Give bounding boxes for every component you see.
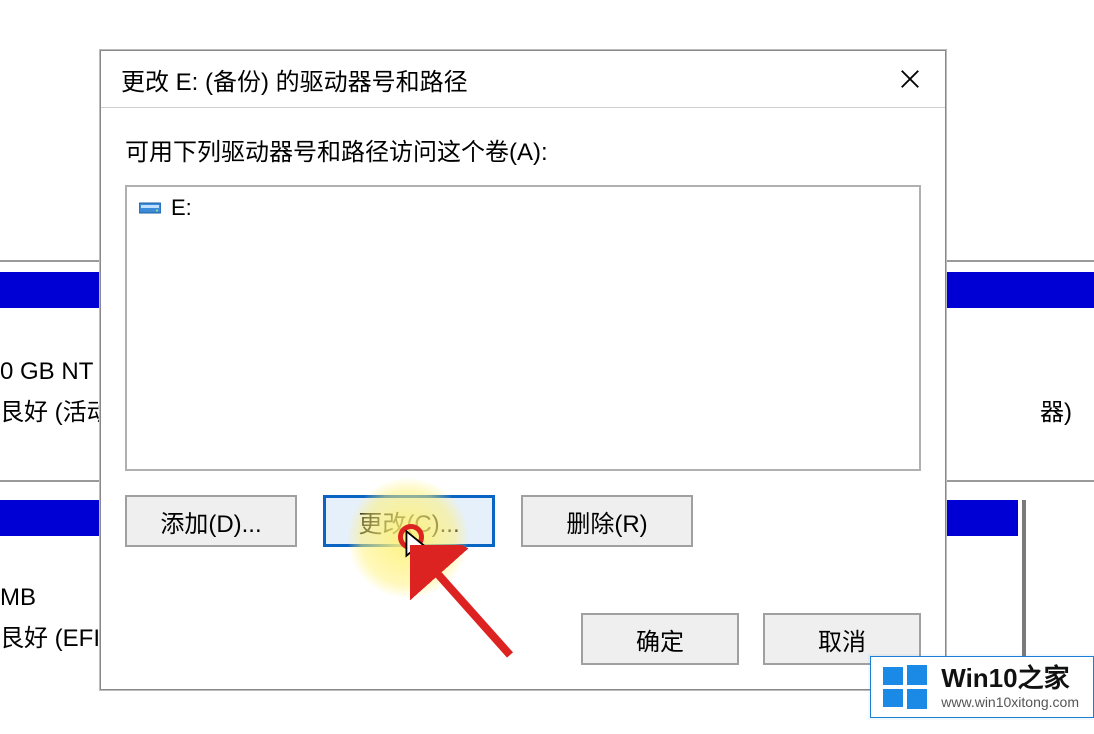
add-button[interactable]: 添加(D)... [125,495,297,547]
bg-blue-band-2-right [946,500,1018,536]
drive-paths-listbox[interactable]: E: [125,185,921,471]
action-button-row: 添加(D)... 更改(C)... 删除(R) [125,495,921,547]
remove-button[interactable]: 删除(R) [521,495,693,547]
bg-label-right1: 器) [1040,392,1072,427]
watermark-url: www.win10xitong.com [941,695,1079,710]
bg-blue-band-1-right [946,272,1094,308]
change-drive-letter-dialog: 更改 E: (备份) 的驱动器号和路径 可用下列驱动器号和路径访问这个卷(A):… [100,50,946,690]
remove-button-label: 删除(R) [566,504,647,539]
bg-label-2a: MB [0,584,36,612]
dialog-title: 更改 E: (备份) 的驱动器号和路径 [121,62,468,97]
ok-button-label: 确定 [636,622,684,657]
ok-button[interactable]: 确定 [581,613,739,665]
dialog-body: 可用下列驱动器号和路径访问这个卷(A): E: 添加(D)... 更改(C)..… [101,108,945,547]
bg-label-1a: 0 GB NT [0,358,93,386]
add-button-label: 添加(D)... [160,504,261,539]
windows-logo-icon [881,663,929,711]
change-button[interactable]: 更改(C)... [323,495,495,547]
drive-path-label: E: [171,195,192,221]
bg-label-1b: 艮好 (活动 [0,392,111,427]
change-button-label: 更改(C)... [358,504,459,539]
drive-icon [139,201,161,215]
watermark-title: Win10之家 [941,664,1079,693]
close-icon [899,68,921,90]
cancel-button-label: 取消 [818,622,866,657]
drive-path-item[interactable]: E: [135,193,911,223]
instruction-label: 可用下列驱动器号和路径访问这个卷(A): [125,132,921,167]
watermark-text: Win10之家 www.win10xitong.com [941,664,1079,710]
bg-blue-band-1-left [0,272,100,308]
bg-blue-band-2-left [0,500,100,536]
close-button[interactable] [875,51,945,107]
watermark: Win10之家 www.win10xitong.com [870,656,1094,718]
dialog-titlebar: 更改 E: (备份) 的驱动器号和路径 [101,51,945,108]
